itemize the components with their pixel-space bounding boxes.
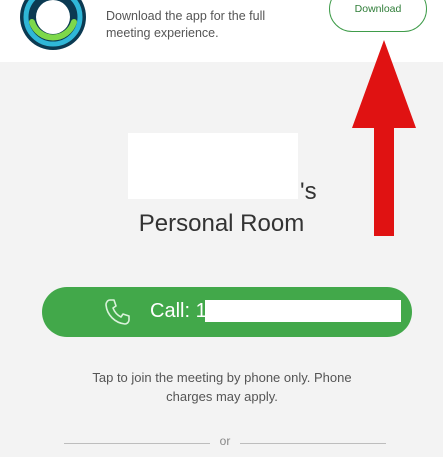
or-divider-text: or: [219, 434, 231, 448]
download-button[interactable]: Download: [329, 0, 427, 32]
redacted-phone-number: [205, 300, 401, 322]
download-app-message: Download the app for the full meeting ex…: [106, 8, 316, 42]
divider-left-line: [64, 443, 210, 444]
red-arrow-annotation-icon: [352, 40, 416, 236]
meeting-join-page: Download the app for the full meeting ex…: [0, 0, 443, 457]
call-label: Call: 1: [150, 300, 207, 322]
webex-logo-icon: [20, 0, 86, 50]
phone-join-info-line-2: charges may apply.: [166, 389, 278, 404]
call-button[interactable]: Call: 1: [42, 287, 412, 337]
phone-join-info: Tap to join the meeting by phone only. P…: [60, 368, 384, 406]
room-owner-suffix: 's: [300, 178, 317, 205]
divider-right-line: [240, 443, 386, 444]
phone-join-info-line-1: Tap to join the meeting by phone only. P…: [92, 370, 352, 385]
phone-icon: [105, 299, 130, 325]
room-title: Personal Room: [138, 210, 305, 237]
download-message-line-1: Download the app for the full: [106, 9, 266, 23]
download-message-line-2: meeting experience.: [106, 26, 219, 40]
redacted-owner-name: [128, 133, 298, 199]
